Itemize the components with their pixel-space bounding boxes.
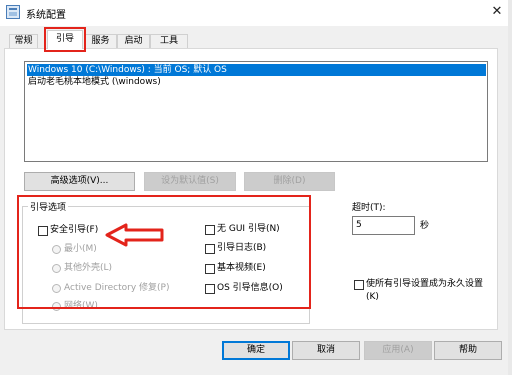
boot-options-highlight: [17, 195, 311, 309]
delete-button[interactable]: 删除(D): [244, 172, 335, 191]
close-icon[interactable]: ✕: [488, 4, 506, 20]
system-config-app-icon: [6, 5, 20, 19]
cancel-button[interactable]: 取消: [292, 341, 360, 360]
set-default-button[interactable]: 设为默认值(S): [144, 172, 236, 191]
make-permanent-label-accelerator: (K): [366, 292, 379, 302]
red-arrow-icon: [105, 223, 164, 247]
timeout-unit: 秒: [420, 221, 430, 231]
tab-startup[interactable]: 启动: [117, 34, 150, 48]
ok-button[interactable]: 确定: [222, 341, 290, 360]
window-edge: [508, 0, 512, 375]
os-list-item[interactable]: 启动老毛桃本地模式 (\windows): [27, 76, 486, 88]
tab-services[interactable]: 服务: [84, 34, 117, 48]
tab-tools[interactable]: 工具: [150, 34, 188, 48]
timeout-input[interactable]: 5: [352, 216, 415, 235]
os-list-item[interactable]: Windows 10 (C:\Windows) : 当前 OS; 默认 OS: [27, 64, 486, 76]
tab-general[interactable]: 常规: [9, 34, 38, 48]
advanced-options-button[interactable]: 高级选项(V)...: [24, 172, 135, 191]
make-permanent-checkbox[interactable]: [354, 280, 364, 290]
make-permanent-label: 使所有引导设置成为永久设置: [366, 279, 484, 289]
title-bar: [0, 0, 512, 26]
timeout-label: 超时(T):: [352, 203, 386, 213]
window-title: 系统配置: [26, 10, 66, 21]
apply-button[interactable]: 应用(A): [364, 341, 432, 360]
help-button[interactable]: 帮助: [434, 341, 502, 360]
os-list[interactable]: Windows 10 (C:\Windows) : 当前 OS; 默认 OS 启…: [24, 61, 511, 162]
tab-boot[interactable]: 引导: [47, 30, 83, 49]
